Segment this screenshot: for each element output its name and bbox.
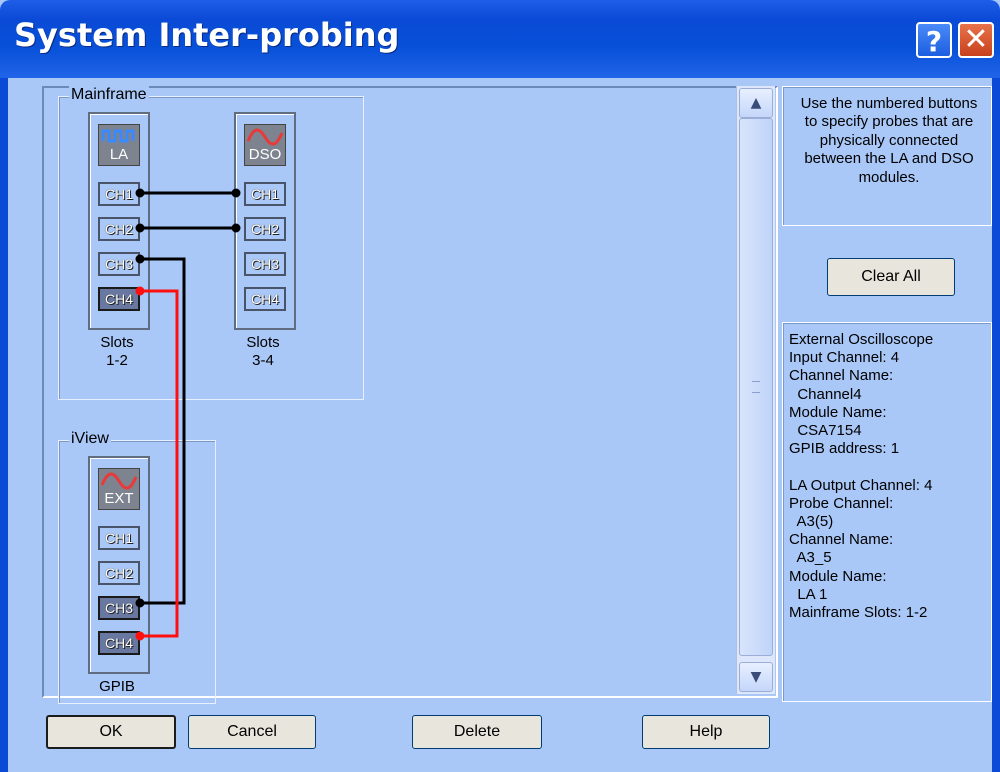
instruction-text: Use the numbered buttons to specify prob… <box>800 95 978 186</box>
la-ext-ch4-wire <box>135 286 179 641</box>
connection-details-text: External Oscilloscope Input Channel: 4 C… <box>789 331 934 622</box>
cancel-button[interactable]: Cancel <box>188 715 316 749</box>
connection-details-panel: External Oscilloscope Input Channel: 4 C… <box>782 322 992 702</box>
delete-button[interactable]: Delete <box>412 715 542 749</box>
system-inter-probing-dialog: System Inter-probing ? ✕ Mainframe LA CH… <box>0 0 1000 772</box>
scrollbar-thumb[interactable] <box>739 118 773 656</box>
instruction-panel: Use the numbered buttons to specify prob… <box>782 86 992 226</box>
la-dso-ch1-wire <box>135 188 241 198</box>
la-dso-ch2-wire <box>135 223 241 233</box>
help-button[interactable]: Help <box>642 715 770 749</box>
clear-all-button[interactable]: Clear All <box>827 258 955 296</box>
scrollbar-grip <box>752 381 760 393</box>
canvas-vertical-scrollbar[interactable]: ▲ ▼ <box>736 86 775 694</box>
ok-button[interactable]: OK <box>46 715 176 749</box>
scroll-up-arrow-icon[interactable]: ▲ <box>739 88 773 118</box>
scroll-down-arrow-icon[interactable]: ▼ <box>739 662 773 692</box>
